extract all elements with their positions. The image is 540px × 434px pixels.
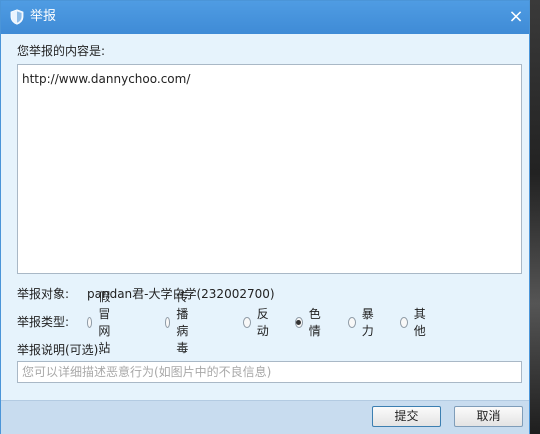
- cancel-button[interactable]: 取消: [454, 406, 523, 427]
- shield-icon: [10, 9, 24, 25]
- radio-label: 其他: [413, 307, 426, 338]
- radio-button[interactable]: [243, 316, 251, 328]
- radio-button[interactable]: [400, 316, 408, 328]
- close-icon: ×: [508, 6, 524, 27]
- radio-button[interactable]: [165, 316, 171, 328]
- radio-other[interactable]: 其他: [400, 307, 429, 338]
- type-label: 举报类型:: [17, 315, 70, 329]
- close-button[interactable]: ×: [505, 6, 527, 28]
- radio-pornography[interactable]: 色情: [295, 307, 324, 338]
- description-label: 举报说明(可选):: [17, 343, 103, 357]
- radio-violence[interactable]: 暴力: [348, 307, 377, 338]
- radio-button[interactable]: [348, 316, 356, 328]
- target-label: 举报对象:: [17, 287, 70, 301]
- dialog-footer: 提交 取消: [1, 400, 529, 434]
- radio-label: 传播病毒: [176, 290, 189, 355]
- title-bar[interactable]: 举报 ×: [1, 1, 529, 34]
- content-textarea[interactable]: http://www.dannychoo.com/: [17, 64, 522, 274]
- content-label: 您举报的内容是:: [17, 44, 106, 58]
- radio-label: 反动: [256, 307, 269, 338]
- radio-label: 色情: [308, 307, 321, 338]
- submit-button[interactable]: 提交: [372, 406, 441, 427]
- radio-reactionary[interactable]: 反动: [243, 307, 272, 338]
- report-dialog: 举报 × 您举报的内容是: http://www.dannychoo.com/ …: [0, 0, 530, 434]
- radio-label: 暴力: [361, 307, 374, 338]
- radio-button[interactable]: [87, 316, 93, 328]
- radio-virus[interactable]: 传播病毒: [165, 290, 194, 355]
- radio-fake-site[interactable]: 假冒网站: [87, 290, 116, 355]
- radio-button[interactable]: [295, 316, 303, 328]
- dialog-title: 举报: [30, 9, 57, 24]
- background-window: [530, 0, 540, 434]
- description-input[interactable]: [17, 361, 522, 383]
